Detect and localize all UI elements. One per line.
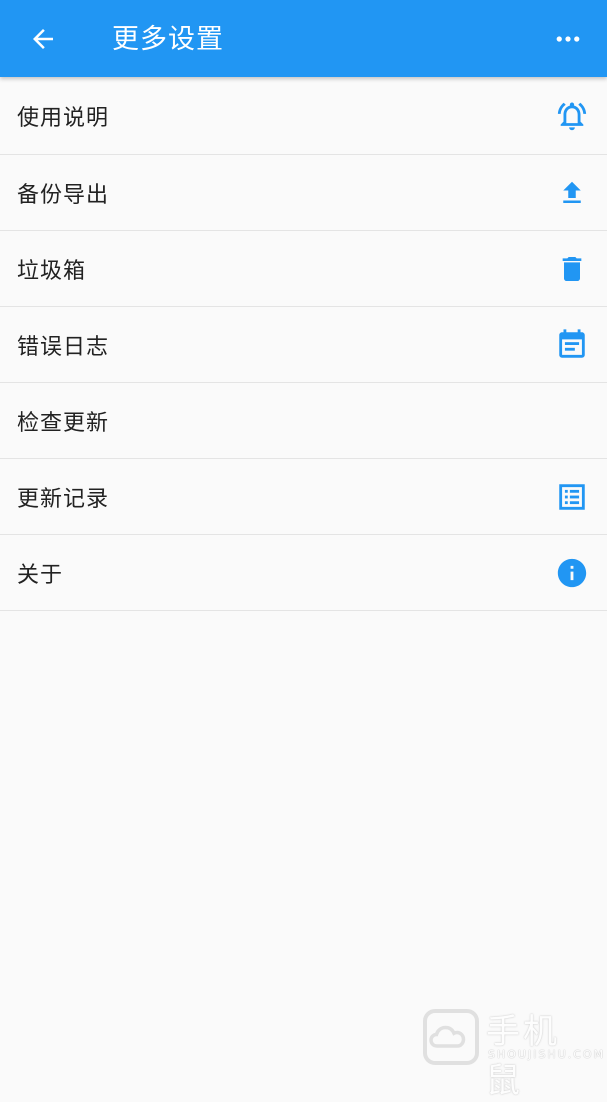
list-item-label: 备份导出 <box>17 182 110 208</box>
list-item-label: 错误日志 <box>17 334 110 360</box>
more-horiz-icon <box>553 24 583 54</box>
list-item-error-log[interactable]: 错误日志 <box>0 307 607 383</box>
list-item-trash[interactable]: 垃圾箱 <box>0 231 607 307</box>
info-icon <box>555 556 589 590</box>
upload-icon <box>555 176 589 210</box>
list-item-backup-export[interactable]: 备份导出 <box>0 155 607 231</box>
cloud-logo-icon <box>422 1008 480 1066</box>
back-button[interactable] <box>18 14 68 64</box>
list-item-changelog[interactable]: 更新记录 <box>0 459 607 535</box>
list-item-check-update[interactable]: 检查更新 <box>0 383 607 459</box>
alarm-bell-icon <box>555 99 589 133</box>
watermark: 手机鼠 SHOUJISHU.COM <box>422 1004 603 1101</box>
settings-list: 使用说明 备份导出 垃圾箱 错误日志 检查更新 更新记录 关于 <box>0 77 607 611</box>
more-options-button[interactable] <box>543 14 593 64</box>
list-item-label: 垃圾箱 <box>17 258 87 284</box>
list-item-label: 关于 <box>17 562 64 588</box>
list-item-instructions[interactable]: 使用说明 <box>0 77 607 155</box>
app-bar: 更多设置 <box>0 0 607 77</box>
list-item-about[interactable]: 关于 <box>0 535 607 611</box>
arrow-left-icon <box>28 24 58 54</box>
page-title: 更多设置 <box>112 24 224 55</box>
list-item-label: 检查更新 <box>17 410 110 436</box>
list-item-label: 更新记录 <box>17 486 110 512</box>
trash-icon <box>555 252 589 286</box>
calendar-icon <box>555 328 589 362</box>
watermark-subtext: SHOUJISHU.COM <box>488 1048 606 1061</box>
list-item-label: 使用说明 <box>17 105 110 131</box>
list-icon <box>555 480 589 514</box>
